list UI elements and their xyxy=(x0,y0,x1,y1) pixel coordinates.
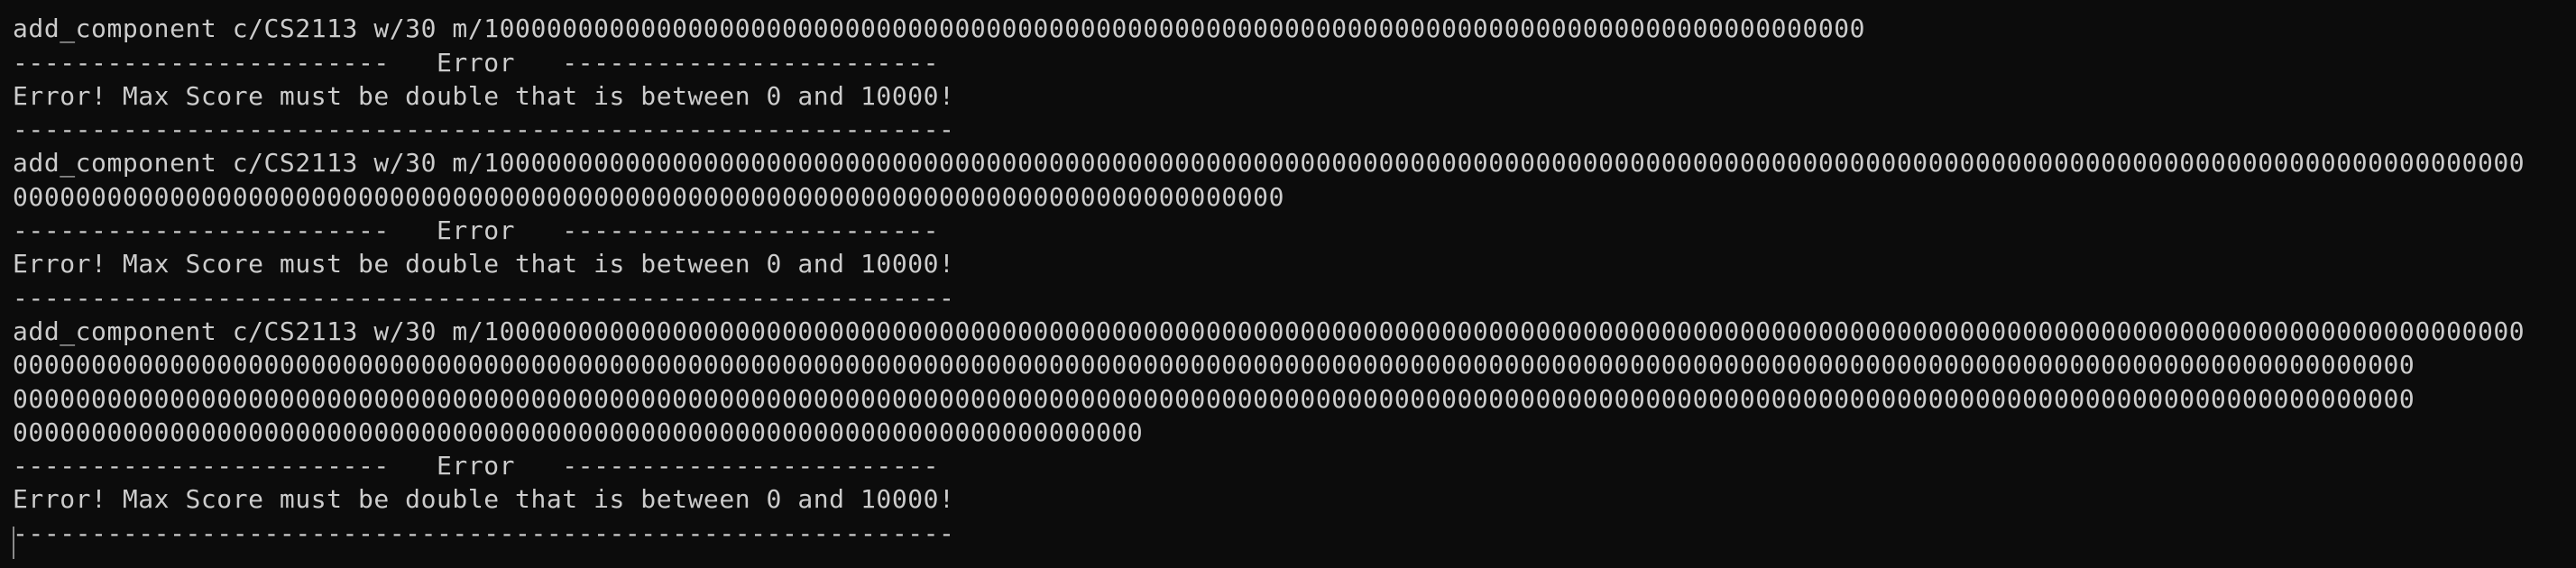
command-continuation-line: 0000000000000000000000000000000000000000… xyxy=(13,181,1285,212)
error-header-line: ------------------------ Error ---------… xyxy=(13,47,940,78)
command-line: add_component c/CS2113 w/30 m/1000000000… xyxy=(13,316,2525,346)
separator-line: ----------------------------------------… xyxy=(13,518,955,548)
separator-line: ----------------------------------------… xyxy=(13,282,955,313)
terminal-output: ----------------------------------------… xyxy=(13,0,2576,550)
error-header-line: ------------------------ Error ---------… xyxy=(13,451,940,481)
command-line: add_component c/CS2113 w/30 m/1000000000… xyxy=(13,14,1866,44)
error-message-line: Error! Max Score must be double that is … xyxy=(13,249,955,279)
error-message-line: Error! Max Score must be double that is … xyxy=(13,484,955,515)
terminal-window[interactable]: ----------------------------------------… xyxy=(0,0,2576,568)
command-line: add_component c/CS2113 w/30 m/1000000000… xyxy=(13,148,2525,179)
command-continuation-line: 0000000000000000000000000000000000000000… xyxy=(13,417,1144,447)
error-header-line: ------------------------ Error ---------… xyxy=(13,215,940,246)
command-continuation-line: 0000000000000000000000000000000000000000… xyxy=(13,350,2415,380)
error-message-line: Error! Max Score must be double that is … xyxy=(13,80,955,111)
separator-line: ----------------------------------------… xyxy=(13,0,2576,12)
command-continuation-line: 0000000000000000000000000000000000000000… xyxy=(13,383,2415,414)
separator-line: ----------------------------------------… xyxy=(13,115,955,145)
text-cursor[interactable] xyxy=(13,527,14,559)
